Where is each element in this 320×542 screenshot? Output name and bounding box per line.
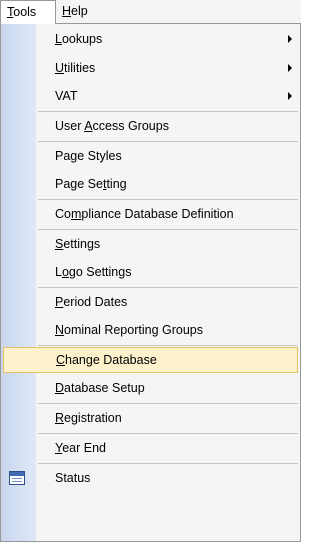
menu-item-compliance-database-definition[interactable]: Compliance Database Definition xyxy=(36,201,298,227)
menu-icon-gutter xyxy=(1,24,35,541)
menu-item-registration[interactable]: Registration xyxy=(36,405,298,431)
submenu-arrow-icon xyxy=(288,92,292,100)
menu-item-logo-settings[interactable]: Logo Settings xyxy=(36,259,298,285)
submenu-arrow-icon xyxy=(288,35,292,43)
menu-item-period-dates[interactable]: Period Dates xyxy=(36,289,298,315)
menu-item-lookups[interactable]: Lookups xyxy=(36,26,298,52)
menu-help[interactable]: Help xyxy=(56,0,94,22)
menu-tools[interactable]: Tools xyxy=(0,0,56,24)
menu-item-nominal-reporting-groups[interactable]: Nominal Reporting Groups xyxy=(36,317,298,343)
menu-bar: Tools Help xyxy=(0,0,301,24)
status-window-icon xyxy=(9,471,25,485)
menu-item-utilities[interactable]: Utilities xyxy=(36,55,298,81)
menu-item-vat[interactable]: VAT xyxy=(36,83,298,109)
menu-tools-label: Tools xyxy=(7,5,37,19)
menu-item-status[interactable]: Status xyxy=(36,465,298,491)
menu-item-user-access-groups[interactable]: User Access Groups xyxy=(36,113,298,139)
tools-dropdown-menu: Lookups Utilities VAT User Access Groups… xyxy=(0,23,301,542)
menu-separator xyxy=(38,199,298,200)
menu-item-settings[interactable]: Settings xyxy=(36,231,298,257)
submenu-arrow-icon xyxy=(288,64,292,72)
menu-separator xyxy=(38,111,298,112)
menu-separator xyxy=(38,403,298,404)
menu-item-change-database[interactable]: Change Database xyxy=(3,347,298,373)
menu-item-database-setup[interactable]: Database Setup xyxy=(36,375,298,401)
menu-separator xyxy=(38,287,298,288)
menu-help-label: Help xyxy=(62,4,88,18)
menu-separator xyxy=(38,463,298,464)
menu-separator xyxy=(38,345,298,346)
menu-item-year-end[interactable]: Year End xyxy=(36,435,298,461)
menu-separator xyxy=(38,433,298,434)
menu-item-page-styles[interactable]: Page Styles xyxy=(36,143,298,169)
menu-item-page-setting[interactable]: Page Setting xyxy=(36,171,298,197)
menu-separator xyxy=(38,141,298,142)
menu-separator xyxy=(38,229,298,230)
